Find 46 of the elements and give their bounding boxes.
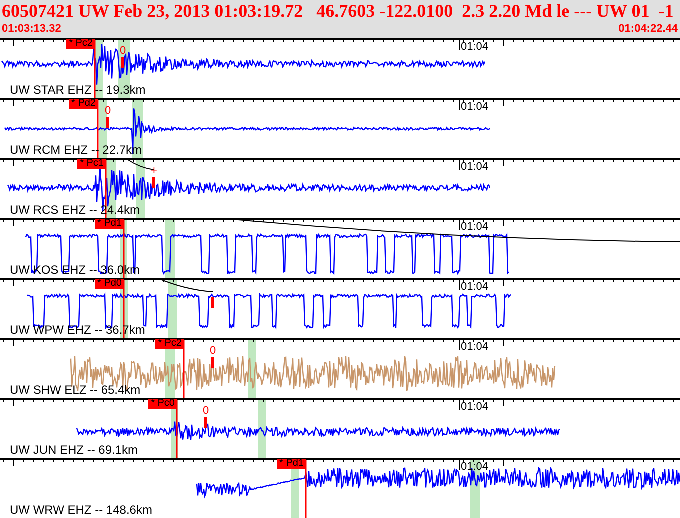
shaded-band xyxy=(168,280,177,338)
time-label: 01:04 xyxy=(461,281,489,293)
event-title: 60507421 UW Feb 23, 2013 01:03:19.72 46.7603 -122.0100 2.3 2.20 Md le --- UW 01 -1 xyxy=(2,0,675,22)
coda-mark: + xyxy=(151,166,158,177)
amplitude-marker xyxy=(106,117,110,128)
phase-flag: * Pc1 xyxy=(77,159,106,169)
pick-line xyxy=(183,340,185,398)
phase-flag: * Pc0 xyxy=(148,399,177,409)
time-label: 01:04 xyxy=(461,341,489,353)
pick-line xyxy=(97,100,99,158)
amplitude-marker xyxy=(204,417,208,428)
coda-mark: 0 xyxy=(203,406,210,417)
phase-flag: * Pd1 xyxy=(94,219,124,229)
coda-mark: 0 xyxy=(210,346,216,357)
coda-mark: 0 xyxy=(105,106,112,117)
pick-line xyxy=(123,280,125,338)
end-time: 01:04:22.44 xyxy=(618,22,678,36)
time-label: 01:04 xyxy=(461,221,489,233)
amplitude-marker xyxy=(212,297,214,308)
phase-flag: * Pd0 xyxy=(94,279,124,289)
time-label: 01:04 xyxy=(461,161,489,173)
phase-flag: * Pd1 xyxy=(276,459,306,469)
pick-line xyxy=(94,40,96,98)
amplitude-marker xyxy=(122,57,124,68)
time-label: 01:04 xyxy=(461,461,489,473)
pick-line xyxy=(305,460,307,518)
time-label: 01:04 xyxy=(461,101,489,113)
amplitude-marker xyxy=(212,357,214,368)
amplitude-marker xyxy=(152,177,156,188)
travel-time-curve xyxy=(156,278,214,292)
coda-mark: 0 xyxy=(120,46,126,57)
station-label: UW STAR EHZ -- 19.3km xyxy=(10,84,146,97)
phase-flag: * Pc2 xyxy=(66,39,95,49)
pick-line xyxy=(123,220,125,278)
start-time: 01:03:13.32 xyxy=(2,22,62,36)
station-label: UW JUN EHZ -- 69.1km xyxy=(10,444,138,457)
time-label: 01:04 xyxy=(461,41,489,53)
pick-line xyxy=(176,400,178,458)
time-label: 01:04 xyxy=(461,401,489,413)
station-label: UW WRW EHZ -- 148.6km xyxy=(10,504,152,517)
pick-line xyxy=(105,160,107,218)
phase-flag: * Pd2 xyxy=(68,99,98,109)
shaded-band xyxy=(258,400,266,458)
phase-flag: * Pc2 xyxy=(155,339,184,349)
shaded-band xyxy=(165,220,175,278)
station-label: UW SHW ELZ -- 65.4km xyxy=(10,384,141,397)
